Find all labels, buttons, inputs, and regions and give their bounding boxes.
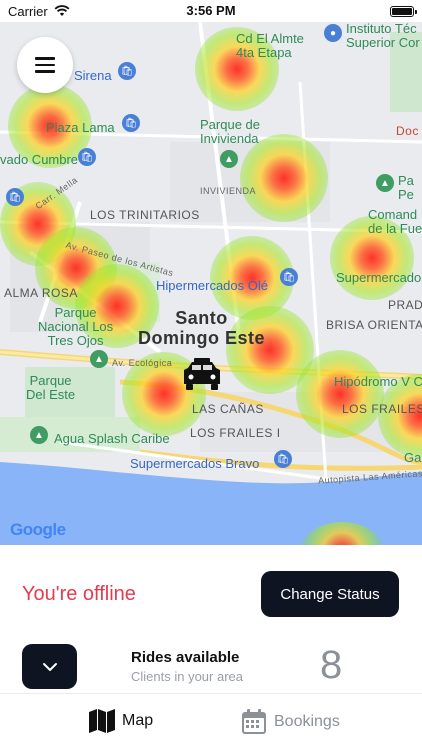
- tab-label: Map: [122, 712, 154, 729]
- map-label: Pa Pe: [398, 173, 414, 202]
- shopping-icon[interactable]: 🛍: [122, 114, 140, 132]
- menu-button[interactable]: [17, 37, 73, 93]
- tab-map[interactable]: Map: [88, 708, 153, 734]
- map-label: Supermercados Bravo: [130, 456, 260, 471]
- hamburger-icon: [35, 57, 55, 60]
- map-label: Parque Nacional Los Tres Ojos: [38, 305, 114, 348]
- map-label: LOS FRAILES: [342, 402, 422, 416]
- map-label: LOS TRINITARIOS: [90, 208, 200, 222]
- map-label: Hipermercados Olé: [156, 278, 268, 293]
- map-label: Sirena: [74, 68, 112, 83]
- rides-subtitle: Clients in your area: [131, 669, 243, 684]
- map-label: Ga: [404, 450, 422, 465]
- map-label: vado Cumbre: [0, 152, 79, 167]
- map-icon: [89, 709, 115, 733]
- map-label: Hipódromo V C: [334, 374, 422, 389]
- expand-button[interactable]: [22, 644, 77, 689]
- map-label: PRADA: [388, 298, 422, 312]
- map-label: Parque Del Este: [26, 373, 76, 402]
- calendar-icon: [242, 709, 266, 734]
- taxi-icon[interactable]: [182, 356, 222, 392]
- map-label: Comand de la Fuer: [368, 207, 422, 236]
- tab-bookings[interactable]: Bookings: [240, 708, 340, 736]
- map-view[interactable]: 🛍 🛍 🛍 🛍 🛍 🛍 ▲ ▲ ▲ ▲ ● Cd El Almte 4ta Et…: [0, 22, 422, 545]
- park-icon[interactable]: ▲: [30, 426, 48, 444]
- status-text: You're offline: [22, 583, 136, 605]
- map-label: INVIVIENDA: [200, 186, 257, 196]
- map-label: Doc: [396, 124, 419, 138]
- map-label: ALMA ROSA: [4, 286, 78, 300]
- rides-title: Rides available: [131, 649, 240, 666]
- shopping-icon[interactable]: 🛍: [274, 450, 292, 468]
- map-label: Av. Ecológica: [112, 358, 173, 368]
- change-status-button[interactable]: Change Status: [261, 571, 399, 617]
- shopping-icon[interactable]: 🛍: [6, 188, 24, 206]
- status-time: 3:56 PM: [186, 3, 236, 18]
- shopping-icon[interactable]: 🛍: [280, 268, 298, 286]
- map-label: Plaza Lama: [46, 120, 115, 135]
- shopping-icon[interactable]: 🛍: [118, 62, 136, 80]
- map-label: Supermercado: [336, 270, 422, 285]
- park-icon[interactable]: ▲: [376, 174, 394, 192]
- chevron-down-icon: [42, 662, 57, 671]
- driver-status-panel: You're offline Change Status Rides avail…: [0, 545, 422, 693]
- tab-bar: Map Bookings: [0, 693, 422, 750]
- map-label: Agua Splash Caribe: [54, 431, 170, 446]
- map-label: Santo Domingo Este: [138, 308, 266, 348]
- map-label: LOS FRAILES I: [190, 426, 281, 440]
- map-label: Instituto Téc Superior Cor: [346, 22, 420, 50]
- park-icon[interactable]: ▲: [220, 150, 238, 168]
- location-pin-icon[interactable]: ●: [324, 24, 342, 42]
- map-label: Parque de Invivienda: [200, 117, 260, 146]
- map-label: Cd El Almte 4ta Etapa: [236, 31, 304, 60]
- status-bar: Carrier 3:56 PM: [0, 0, 422, 22]
- park-icon[interactable]: ▲: [90, 350, 108, 368]
- map-label: BRISA ORIENTAL: [326, 318, 422, 332]
- map-label: LAS CAÑAS: [192, 402, 264, 416]
- battery-icon: [390, 5, 417, 17]
- tab-label: Bookings: [274, 713, 340, 730]
- shopping-icon[interactable]: 🛍: [78, 148, 96, 166]
- google-logo: Google: [10, 520, 66, 539]
- rides-count: 8: [320, 643, 343, 687]
